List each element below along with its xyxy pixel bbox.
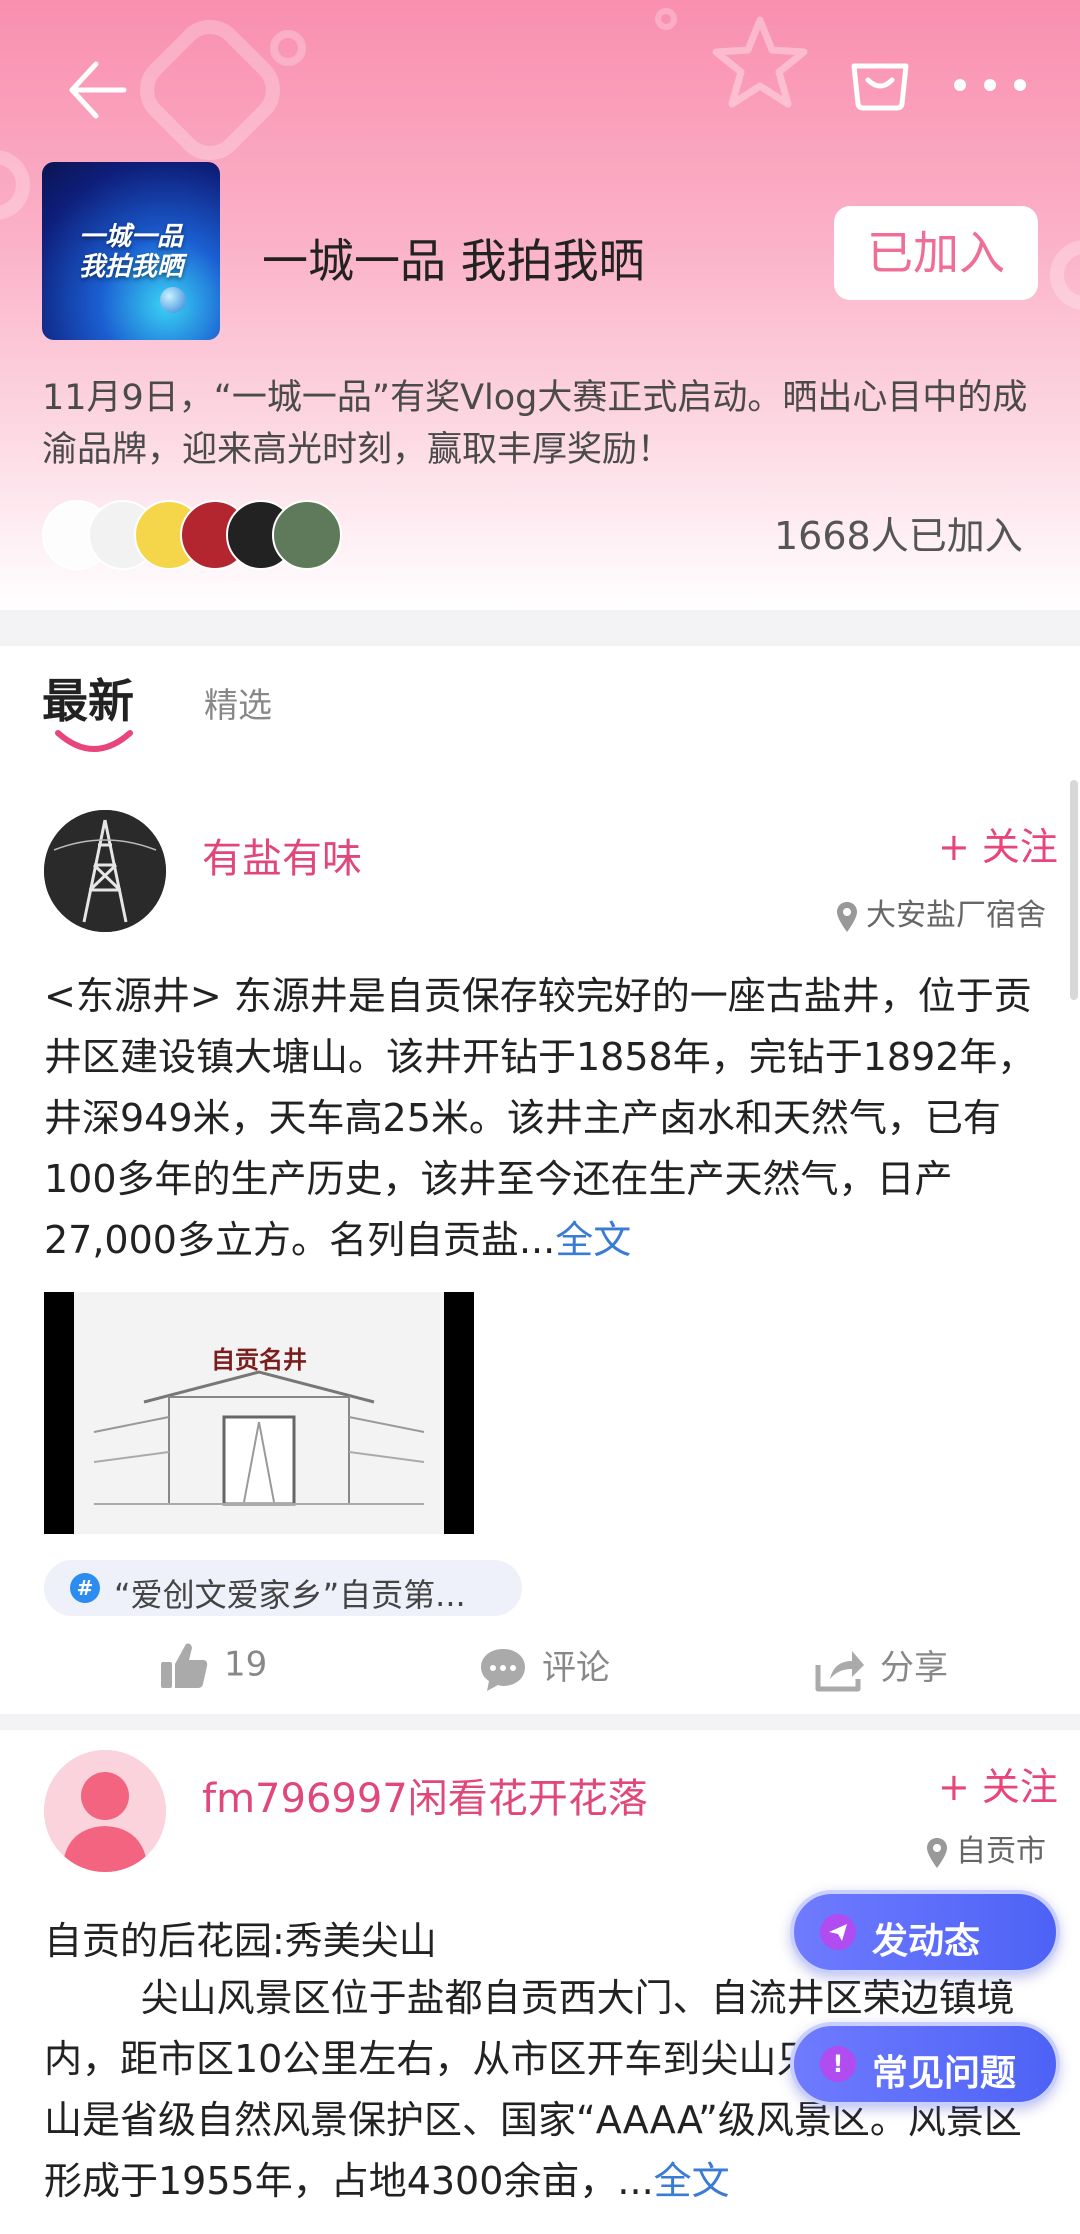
group-header: 一城一品 我拍我晒 一城一品 我拍我晒 已加入 11月9日，“一城一品”有奖Vl… bbox=[0, 0, 1080, 610]
group-description: 11月9日，“一城一品”有奖Vlog大赛正式启动。晒出心目中的成渝品牌，迎来高光… bbox=[42, 378, 1028, 470]
read-more-link[interactable]: 全文 bbox=[654, 2159, 730, 2203]
post-body-text: <东源井> 东源井是自贡保存较完好的一座古盐井，位于贡井区建设镇大塘山。该井开钻… bbox=[44, 974, 1036, 1262]
post-dynamic-label: 发动态 bbox=[872, 1921, 981, 1962]
group-cover-image: 一城一品 我拍我晒 bbox=[42, 162, 220, 340]
joined-button[interactable]: 已加入 bbox=[834, 206, 1038, 300]
tab-active-indicator bbox=[55, 730, 133, 752]
member-avatar bbox=[272, 500, 342, 570]
more-button[interactable] bbox=[940, 60, 1040, 110]
globe-icon bbox=[160, 287, 186, 313]
sketch-image: 自贡名井 bbox=[74, 1292, 444, 1534]
topic-tag[interactable]: # “爱创文爱家乡”自贡第... bbox=[44, 1560, 522, 1616]
topic-text: “爱创文爱家乡”自贡第... bbox=[114, 1576, 466, 1614]
comment-button[interactable]: 评论 bbox=[478, 1640, 610, 1700]
post-divider bbox=[0, 1714, 1080, 1730]
location-pin-icon bbox=[927, 1837, 947, 1868]
faq-label: 常见问题 bbox=[872, 2053, 1017, 2094]
location-text: 大安盐厂宿舍 bbox=[866, 898, 1046, 933]
location-text: 自贡市 bbox=[956, 1834, 1046, 1869]
bag-icon bbox=[851, 63, 909, 111]
post-author-name[interactable]: 有盐有味 bbox=[202, 826, 362, 884]
like-button[interactable]: 19 bbox=[158, 1640, 267, 1700]
share-button[interactable]: 分享 bbox=[814, 1640, 948, 1700]
member-avatars[interactable] bbox=[42, 500, 362, 570]
tab-featured[interactable]: 精选 bbox=[204, 678, 272, 727]
decor-diamond-left bbox=[0, 135, 45, 235]
like-count: 19 bbox=[224, 1644, 268, 1685]
follow-button[interactable]: + 关注 bbox=[938, 816, 1058, 871]
gate-sketch-icon bbox=[93, 1370, 425, 1506]
post-dynamic-button[interactable]: 发动态 bbox=[790, 1890, 1060, 1974]
follow-button[interactable]: + 关注 bbox=[938, 1756, 1058, 1811]
post-location[interactable]: 大安盐厂宿舍 bbox=[836, 890, 1046, 934]
default-avatar-icon bbox=[44, 1750, 166, 1872]
cover-text: 一城一品 我拍我晒 bbox=[42, 222, 220, 282]
group-title: 一城一品 我拍我晒 bbox=[262, 234, 645, 288]
shop-bag-button[interactable] bbox=[848, 58, 912, 112]
decor-circle-small bbox=[655, 8, 677, 30]
decor-diamond bbox=[125, 5, 295, 175]
share-label: 分享 bbox=[880, 1648, 948, 1688]
post-location[interactable]: 自贡市 bbox=[926, 1826, 1046, 1870]
post-author-name[interactable]: fm796997闲看花开花落 bbox=[202, 1766, 648, 1824]
post-title[interactable]: 自贡的后花园:秀美尖山 bbox=[44, 1910, 437, 1965]
decor-star-icon bbox=[712, 16, 808, 108]
share-icon bbox=[815, 1650, 864, 1691]
tower-photo-icon bbox=[44, 810, 166, 932]
section-divider bbox=[0, 610, 1080, 646]
tab-latest[interactable]: 最新 bbox=[42, 665, 134, 731]
arrow-left-icon bbox=[69, 61, 127, 119]
cover-text-line2: 我拍我晒 bbox=[78, 252, 183, 282]
read-more-link[interactable]: 全文 bbox=[555, 1218, 631, 1262]
exclamation-icon: ! bbox=[820, 2046, 856, 2082]
back-button[interactable] bbox=[62, 50, 142, 130]
send-icon bbox=[820, 1914, 856, 1950]
faq-button[interactable]: ! 常见问题 bbox=[790, 2022, 1060, 2106]
thumbs-up-icon bbox=[161, 1643, 208, 1688]
post-author-avatar[interactable] bbox=[44, 1750, 166, 1872]
cover-text-line1: 一城一品 bbox=[78, 222, 183, 252]
more-dots-icon bbox=[954, 79, 1026, 91]
member-count[interactable]: 1668人已加入 bbox=[774, 505, 1023, 560]
post-image[interactable]: 自贡名井 bbox=[44, 1292, 474, 1534]
comment-icon bbox=[481, 1648, 525, 1691]
paper-plane-icon bbox=[829, 1924, 847, 1941]
scrollbar[interactable] bbox=[1070, 780, 1078, 1000]
decor-circle bbox=[270, 30, 306, 66]
decor-diamond-right bbox=[1035, 225, 1080, 325]
comment-label: 评论 bbox=[542, 1648, 610, 1688]
post-body[interactable]: <东源井> 东源井是自贡保存较完好的一座古盐井，位于贡井区建设镇大塘山。该井开钻… bbox=[44, 966, 1054, 1271]
post-author-avatar[interactable] bbox=[44, 810, 166, 932]
hashtag-icon: # bbox=[70, 1573, 100, 1603]
location-pin-icon bbox=[837, 901, 857, 932]
